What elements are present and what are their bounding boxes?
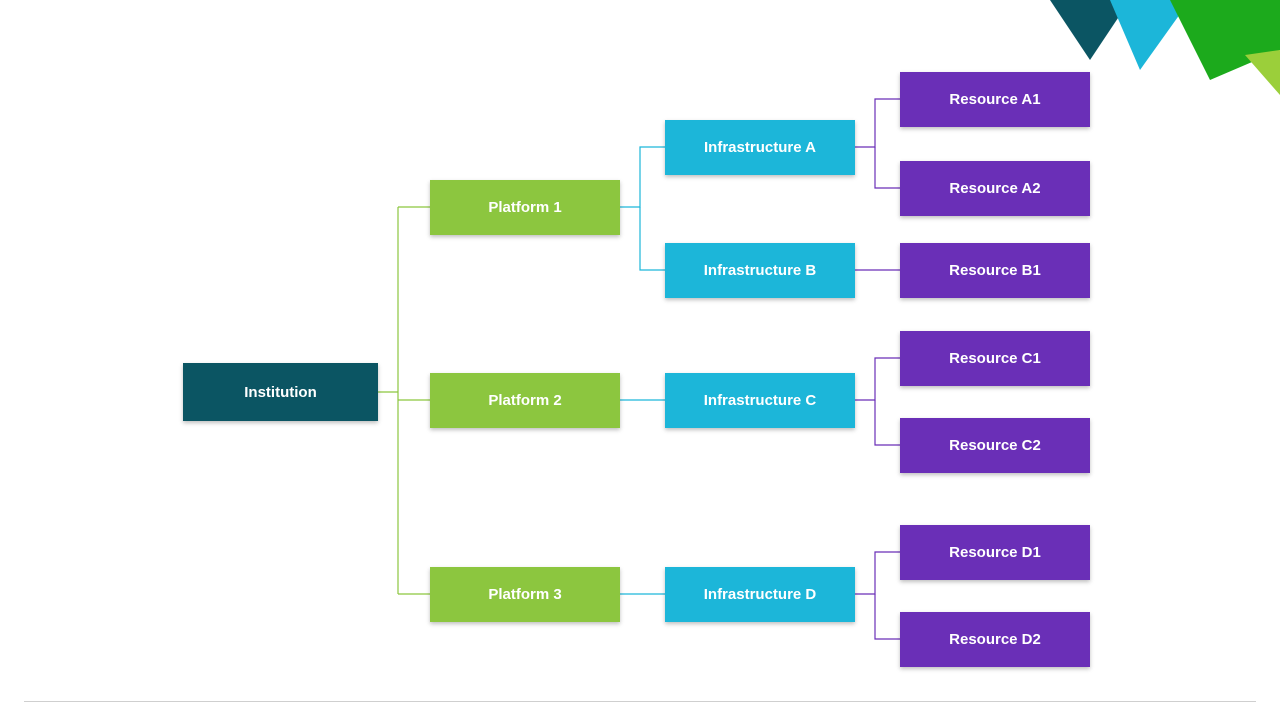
resource-node: Resource D2 <box>900 612 1090 667</box>
resource-node: Resource B1 <box>900 243 1090 298</box>
resource-label: Resource A2 <box>949 180 1040 197</box>
infrastructure-label: Infrastructure B <box>704 262 817 279</box>
resource-label: Resource C1 <box>949 350 1041 367</box>
platform-node: Platform 3 <box>430 567 620 622</box>
infrastructure-label: Infrastructure C <box>704 392 817 409</box>
platform-node: Platform 2 <box>430 373 620 428</box>
resource-label: Resource D2 <box>949 631 1041 648</box>
resource-node: Resource D1 <box>900 525 1090 580</box>
resource-node: Resource C2 <box>900 418 1090 473</box>
resource-node: Resource C1 <box>900 331 1090 386</box>
institution-label: Institution <box>244 384 316 401</box>
resource-node: Resource A1 <box>900 72 1090 127</box>
infrastructure-label: Infrastructure D <box>704 586 817 603</box>
infrastructure-node: Infrastructure B <box>665 243 855 298</box>
platform-label: Platform 2 <box>488 392 561 409</box>
infrastructure-node: Infrastructure C <box>665 373 855 428</box>
resource-label: Resource C2 <box>949 437 1041 454</box>
platform-label: Platform 1 <box>488 199 561 216</box>
platform-node: Platform 1 <box>430 180 620 235</box>
resource-label: Resource A1 <box>949 91 1040 108</box>
footer-divider <box>24 701 1256 702</box>
institution-node: Institution <box>183 363 378 421</box>
infrastructure-label: Infrastructure A <box>704 139 816 156</box>
infrastructure-node: Infrastructure D <box>665 567 855 622</box>
platform-label: Platform 3 <box>488 586 561 603</box>
resource-node: Resource A2 <box>900 161 1090 216</box>
resource-label: Resource D1 <box>949 544 1041 561</box>
resource-label: Resource B1 <box>949 262 1041 279</box>
infrastructure-node: Infrastructure A <box>665 120 855 175</box>
